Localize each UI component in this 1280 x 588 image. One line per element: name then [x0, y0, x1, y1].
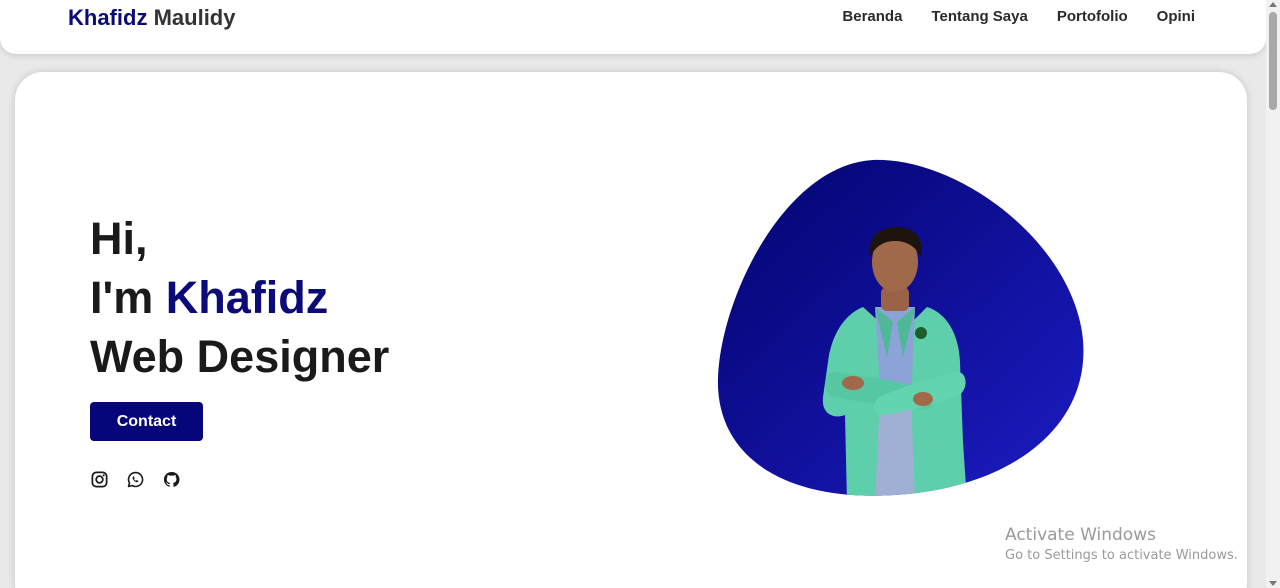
social-links	[90, 470, 181, 489]
top-navbar: Khafidz Maulidy Beranda Tentang Saya Por…	[0, 0, 1266, 54]
brand-logo[interactable]: Khafidz Maulidy	[68, 5, 235, 31]
watermark-title: Activate Windows	[1005, 525, 1156, 545]
hero-intro-prefix: I'm	[90, 272, 166, 323]
hero-card: Hi, I'm Khafidz Web Designer Contact	[15, 72, 1247, 588]
nav-item-opini[interactable]: Opini	[1157, 8, 1195, 25]
scroll-down-arrow-icon[interactable]	[1269, 581, 1277, 586]
hero-intro: I'm Khafidz	[90, 268, 389, 327]
nav-item-portofolio[interactable]: Portofolio	[1057, 8, 1128, 25]
brand-last-name: Maulidy	[153, 5, 236, 30]
whatsapp-icon[interactable]	[126, 470, 145, 489]
page-scrollbar[interactable]	[1266, 0, 1280, 588]
contact-button[interactable]: Contact	[90, 402, 203, 441]
github-icon[interactable]	[162, 470, 181, 489]
windows-activation-watermark: Activate Windows Go to Settings to activ…	[1005, 525, 1238, 563]
nav-item-beranda[interactable]: Beranda	[842, 8, 902, 25]
hero-greeting: Hi,	[90, 213, 148, 264]
hero-name: Khafidz	[165, 272, 329, 323]
instagram-icon[interactable]	[90, 470, 109, 489]
brand-first-name: Khafidz	[68, 5, 148, 30]
hero-heading: Hi, I'm Khafidz Web Designer	[90, 209, 389, 386]
nav-item-tentang-saya[interactable]: Tentang Saya	[931, 8, 1027, 25]
main-nav: Beranda Tentang Saya Portofolio Opini	[842, 8, 1195, 25]
scroll-up-arrow-icon[interactable]	[1269, 2, 1277, 7]
scrollbar-thumb[interactable]	[1269, 12, 1277, 110]
profile-photo	[717, 159, 1084, 496]
watermark-subtitle: Go to Settings to activate Windows.	[1005, 548, 1238, 563]
hero-role: Web Designer	[90, 331, 390, 382]
